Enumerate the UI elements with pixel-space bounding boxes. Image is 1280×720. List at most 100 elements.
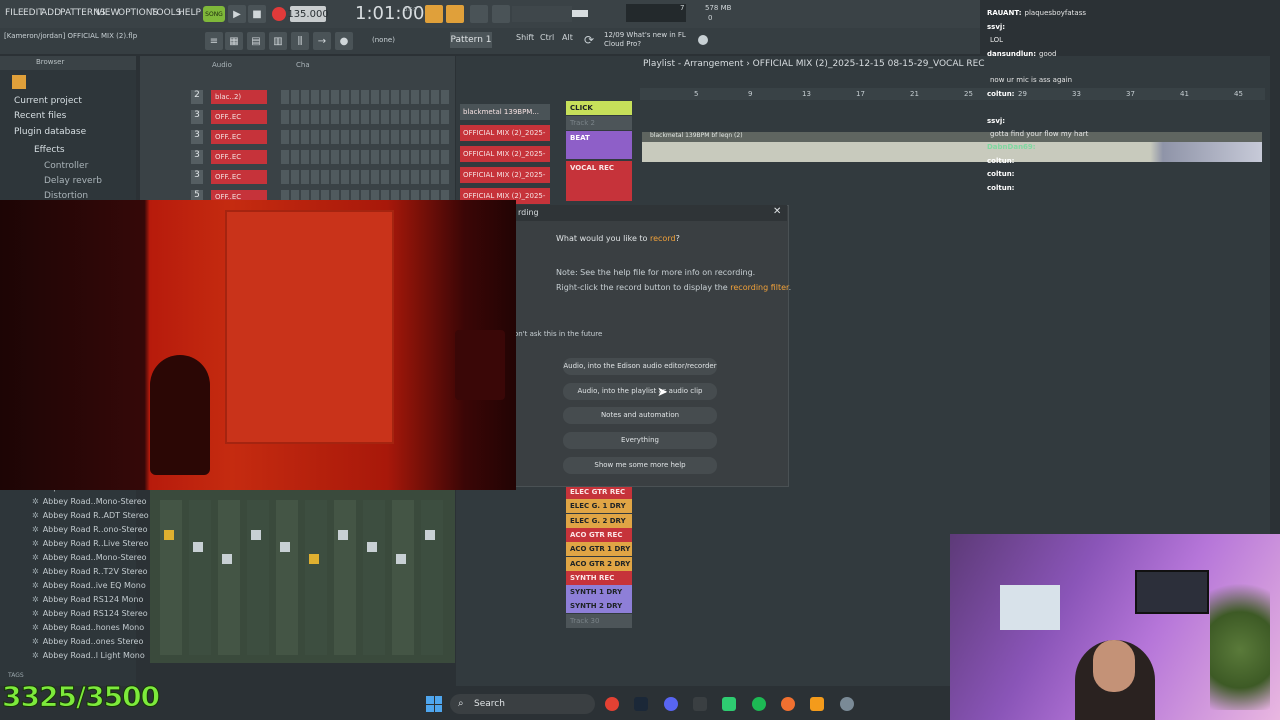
step-edit-icon[interactable] <box>446 5 464 23</box>
app-green-icon[interactable] <box>722 697 736 711</box>
channel-row[interactable]: 3 OFF..EC <box>145 108 451 126</box>
metronome-icon[interactable] <box>425 5 443 23</box>
browser-current-project[interactable]: Current project <box>14 96 82 106</box>
plugin-item[interactable]: ✲ Abbey Road R..ADT Stereo <box>32 511 149 520</box>
plugin-item[interactable]: ✲ Abbey Road R..ono-Stereo <box>32 525 147 534</box>
menu-view[interactable]: VIEW <box>96 8 119 18</box>
mixer-channel-strip[interactable] <box>305 500 327 655</box>
playlist-track-header[interactable]: ACO GTR 1 DRY <box>566 542 632 557</box>
news-panel[interactable]: 12/09 What's new in FL Cloud Pro? <box>604 31 686 49</box>
pattern-list-item[interactable]: OFFICIAL MIX (2)_2025-1... <box>460 125 550 153</box>
mixer-channel-strip[interactable] <box>218 500 240 655</box>
step-sequencer-pads[interactable] <box>281 90 451 104</box>
pattern-selector[interactable]: Pattern 1 <box>450 32 492 48</box>
question-link[interactable]: record <box>650 234 676 243</box>
pattern-list-item[interactable]: blackmetal 139BPM... <box>460 104 550 120</box>
loop-record-icon[interactable] <box>492 5 510 23</box>
mixer-fader-handle[interactable] <box>251 530 261 540</box>
channel-rack-filter[interactable]: Audio <box>212 61 232 69</box>
channel-name-button[interactable]: OFF..EC <box>211 170 267 184</box>
channel-mixer-number[interactable]: 3 <box>191 130 203 144</box>
plugin-item[interactable]: ✲ Abbey Road..l Light Mono <box>32 651 145 660</box>
master-pitch-slider[interactable] <box>512 6 572 22</box>
channel-name-button[interactable]: blac..2) <box>211 90 267 104</box>
channel-name-button[interactable]: OFF..EC <box>211 150 267 164</box>
record-option-button[interactable]: Notes and automation <box>563 407 717 425</box>
pattern-list-item[interactable]: OFFICIAL MIX (2)_2025-1... <box>460 146 550 174</box>
browser-recent-files[interactable]: Recent files <box>14 111 66 121</box>
channel-name-button[interactable]: OFF..EC <box>211 130 267 144</box>
mic-icon[interactable]: ● <box>335 32 353 50</box>
news-icon[interactable]: ⟳ <box>584 33 594 47</box>
playlist-track-header[interactable]: SYNTH REC <box>566 570 632 585</box>
mixer-fader-handle[interactable] <box>425 530 435 540</box>
playlist-track-header[interactable]: ACO GTR REC <box>566 527 632 542</box>
mixer-fader-handle[interactable] <box>280 542 290 552</box>
mixer-channel-strip[interactable] <box>247 500 269 655</box>
mixer-icon[interactable]: ⫼ <box>291 32 309 50</box>
playlist-track-header[interactable]: ELEC G. 2 DRY <box>566 513 632 528</box>
firefox-icon[interactable] <box>781 697 795 711</box>
plugin-item[interactable]: ✲ Abbey Road..Mono-Stereo <box>32 553 147 562</box>
channel-mixer-number[interactable]: 3 <box>191 170 203 184</box>
taskbar-search[interactable]: Search <box>450 694 595 714</box>
step-sequencer-pads[interactable] <box>281 170 451 184</box>
play-button[interactable]: ▶ <box>228 5 246 23</box>
plugin-item[interactable]: ✲ Abbey Road R..Live Stereo <box>32 539 148 548</box>
plugin-item[interactable]: ✲ Abbey Road..ive EQ Mono <box>32 581 146 590</box>
windows-start-icon[interactable] <box>426 696 442 712</box>
playlist-track-header[interactable]: BEAT <box>566 131 632 159</box>
playlist-track-header[interactable]: SYNTH 2 DRY <box>566 599 632 614</box>
plugin-item[interactable]: ✲ Abbey Road..ones Stereo <box>32 637 143 646</box>
app-icon[interactable] <box>693 697 707 711</box>
piano-roll-icon[interactable]: ▤ <box>247 32 265 50</box>
mixer-channel-strip[interactable] <box>276 500 298 655</box>
record-option-button[interactable]: Audio, into the Edison audio editor/reco… <box>563 358 717 375</box>
plugin-item[interactable]: ✲ Abbey Road..hones Mono <box>32 623 144 632</box>
channel-name-button[interactable]: OFF..EC <box>211 110 267 124</box>
wait-input-icon[interactable] <box>470 5 488 23</box>
plugin-item[interactable]: ✲ Abbey Road RS124 Mono <box>32 595 143 604</box>
browser-delay-reverb[interactable]: Delay reverb <box>44 176 102 186</box>
mixer-fader-handle[interactable] <box>193 542 203 552</box>
menu-help[interactable]: HELP <box>178 8 201 18</box>
playlist-icon[interactable]: ▥ <box>269 32 287 50</box>
ctrl-key-button[interactable]: Ctrl <box>540 33 554 48</box>
playlist-track-header[interactable]: Track 30 <box>566 613 632 628</box>
mixer-channel-strip[interactable] <box>189 500 211 655</box>
playlist-track-header[interactable]: Track 2 <box>566 116 632 130</box>
browser-plugin-database[interactable]: Plugin database <box>14 127 86 137</box>
channel-mixer-number[interactable]: 3 <box>191 150 203 164</box>
playlist-track-header[interactable]: VOCAL REC <box>566 161 632 201</box>
pattern-list-item[interactable]: OFFICIAL MIX (2)_2025-1... <box>460 167 550 195</box>
master-volume-slider[interactable] <box>572 10 588 17</box>
mixer-fader-handle[interactable] <box>222 554 232 564</box>
channel-row[interactable]: 3 OFF..EC <box>145 128 451 146</box>
cloud-icon[interactable] <box>698 35 708 45</box>
tempo-display[interactable]: 135.000 <box>287 6 329 22</box>
dont-ask-checkbox[interactable]: on't ask this in the future <box>514 330 602 338</box>
mixer-channel-strip[interactable] <box>392 500 414 655</box>
menu-add[interactable]: ADD <box>41 8 61 18</box>
record-option-button[interactable]: Audio, into the playlist as audio clip <box>563 382 717 400</box>
steam-icon[interactable] <box>634 697 648 711</box>
plugin-item[interactable]: ✲ Abbey Road R..T2V Stereo <box>32 567 148 576</box>
arrow-icon[interactable]: → <box>313 32 331 50</box>
stop-button[interactable]: ■ <box>248 5 266 23</box>
mixer-channel-strip[interactable] <box>334 500 356 655</box>
record-option-button[interactable]: Show me some more help <box>563 456 717 474</box>
playlist-track-header[interactable]: ELEC GTR REC <box>566 485 632 499</box>
browser-options-icon[interactable] <box>12 75 26 89</box>
channel-mixer-number[interactable]: 2 <box>191 90 203 104</box>
chrome-icon[interactable] <box>605 697 619 711</box>
fl-studio-icon[interactable] <box>810 697 824 711</box>
record-option-button[interactable]: Everything <box>563 432 717 450</box>
alt-key-button[interactable]: Alt <box>562 33 573 48</box>
mixer-channel-strip[interactable] <box>363 500 385 655</box>
mixer-channel-strip[interactable] <box>160 500 182 655</box>
channel-row[interactable]: 2 blac..2) <box>145 88 451 106</box>
close-icon[interactable]: ✕ <box>773 206 781 217</box>
discord-icon[interactable] <box>664 697 678 711</box>
playlist-track-header[interactable]: ELEC G. 1 DRY <box>566 499 632 514</box>
mixer-fader-handle[interactable] <box>164 530 174 540</box>
